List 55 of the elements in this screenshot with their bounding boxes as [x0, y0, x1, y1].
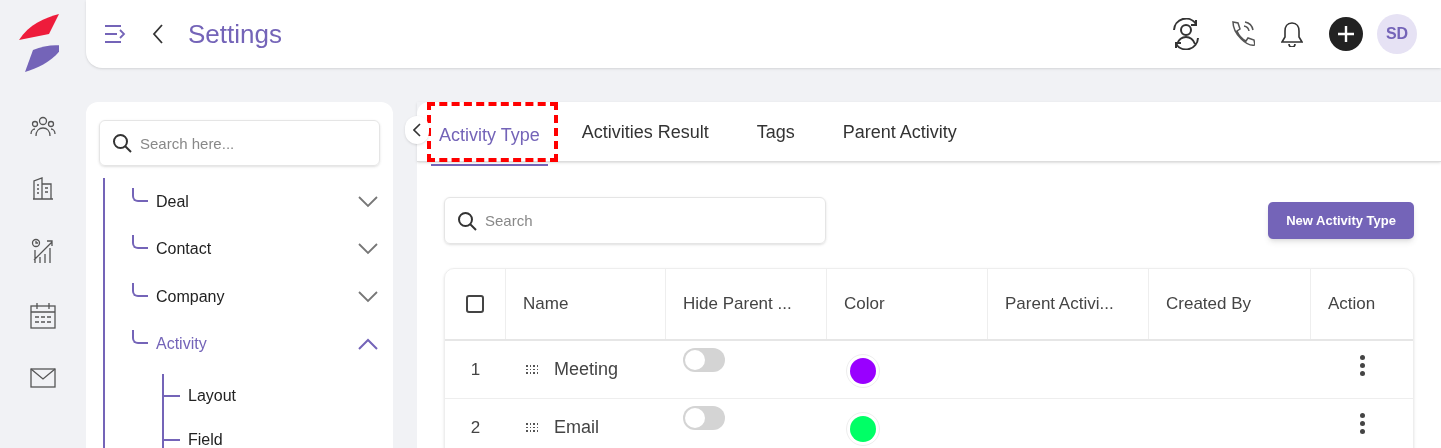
nav-item[interactable]: Company — [156, 284, 225, 309]
new-activity-type-button[interactable]: New Activity Type — [1268, 202, 1414, 239]
settings-search-field[interactable]: Search here... — [140, 121, 367, 165]
nav-subitem[interactable]: Field — [188, 428, 223, 448]
tree-connector — [132, 282, 148, 297]
menu-icon[interactable] — [104, 24, 126, 44]
row-number: 2 — [470, 416, 481, 439]
search-icon — [112, 133, 132, 153]
activity-name: Email — [554, 416, 599, 439]
settings-search-box[interactable]: Search here... — [99, 120, 380, 166]
collapse-button[interactable] — [405, 116, 429, 144]
drag-handle-icon[interactable] — [526, 423, 538, 432]
nav-item[interactable]: Contact — [156, 237, 212, 262]
add-button[interactable] — [1329, 17, 1363, 51]
calendar-icon[interactable] — [29, 302, 57, 330]
column-header: Action — [1328, 293, 1376, 316]
toggle-switch[interactable] — [683, 348, 725, 372]
user-avatar[interactable]: SD — [1377, 14, 1417, 54]
search-box[interactable]: Search — [444, 197, 826, 244]
activity-name: Meeting — [554, 358, 619, 381]
chevron-down-icon[interactable] — [358, 195, 378, 208]
column-header: Created By — [1166, 293, 1252, 316]
search-icon — [457, 210, 477, 231]
tree-connector — [132, 330, 148, 345]
phone-icon[interactable] — [1229, 20, 1255, 48]
tab[interactable]: Tags — [732, 102, 819, 162]
select-all-checkbox[interactable] — [466, 295, 484, 313]
column-header: Color — [844, 293, 885, 316]
column-header: Hide Parent ... — [683, 293, 792, 316]
row-number: 1 — [470, 358, 481, 381]
tab[interactable]: Parent Activity — [818, 102, 981, 162]
tree-connector — [132, 235, 148, 250]
chevron-left-icon — [413, 123, 421, 137]
tab[interactable]: Activity Type — [431, 106, 548, 166]
search-field[interactable]: Search — [485, 198, 813, 243]
mail-icon[interactable] — [30, 368, 56, 388]
chevron-up-icon[interactable] — [358, 338, 378, 351]
tree-connector — [132, 187, 148, 202]
drag-handle-icon[interactable] — [526, 365, 538, 374]
people-icon[interactable] — [30, 116, 56, 138]
column-header: Parent Activi... — [1005, 293, 1114, 316]
bell-icon[interactable] — [1281, 21, 1303, 47]
tab[interactable]: Activities Result — [557, 102, 733, 162]
page-title: Settings — [188, 17, 282, 51]
building-icon[interactable] — [32, 176, 54, 200]
column-header: Name — [523, 293, 569, 316]
nav-subitem[interactable]: Layout — [188, 384, 237, 408]
nav-item[interactable]: Activity — [156, 332, 207, 357]
back-icon[interactable] — [152, 24, 164, 44]
nav-item[interactable]: Deal — [156, 189, 189, 214]
chevron-down-icon[interactable] — [358, 243, 378, 256]
chart-icon[interactable] — [31, 238, 55, 264]
chevron-down-icon[interactable] — [358, 290, 378, 303]
plus-icon — [1337, 25, 1355, 43]
toggle-switch[interactable] — [683, 406, 725, 430]
